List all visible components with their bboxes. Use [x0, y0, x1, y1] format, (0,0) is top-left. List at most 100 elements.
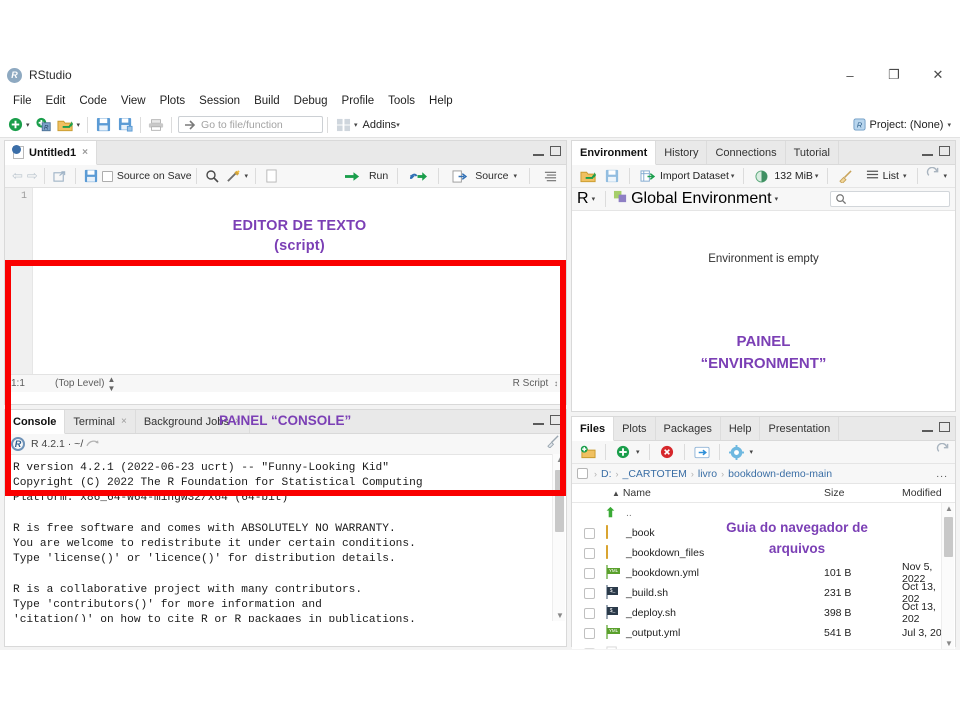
parent-folder-up-icon[interactable]: ⬆ — [605, 505, 616, 521]
breadcrumb-item-livro[interactable]: livro — [698, 468, 717, 480]
import-dataset-icon[interactable] — [637, 166, 657, 186]
console-scrollbar-thumb[interactable] — [555, 470, 564, 532]
list-item[interactable]: _deploy.sh 398 B Oct 13, 202 — [572, 601, 955, 625]
menu-item-tools[interactable]: Tools — [381, 93, 422, 109]
source-on-save-checkbox[interactable] — [101, 170, 113, 182]
tab-files[interactable]: Files — [572, 417, 615, 441]
memory-usage-icon[interactable] — [751, 166, 771, 186]
tab-help[interactable]: Help — [721, 417, 761, 440]
compile-report-icon[interactable] — [261, 166, 281, 186]
breadcrumb-item-bookdown-demo-main[interactable]: bookdown-demo-main — [728, 468, 832, 480]
editor-body[interactable]: 1 EDITOR DE TEXTO (script) — [5, 188, 566, 374]
menu-item-build[interactable]: Build — [247, 93, 287, 109]
list-item[interactable]: _bookdown.yml 101 B Nov 5, 2022 — [572, 561, 955, 585]
files-settings-caret-icon[interactable]: ▾ — [750, 448, 754, 456]
environment-maximize-icon[interactable] — [939, 146, 950, 156]
addins-button[interactable]: Addins — [363, 119, 397, 131]
document-outline-icon[interactable] — [540, 166, 560, 186]
tab-connections[interactable]: Connections — [707, 141, 786, 164]
menu-item-view[interactable]: View — [114, 93, 153, 109]
row-checkbox[interactable] — [584, 627, 595, 639]
source-tab-untitled1[interactable]: Untitled1 × — [5, 141, 97, 165]
import-dataset-caret-icon[interactable]: ▾ — [731, 172, 735, 180]
pane-layout-caret-icon[interactable]: ▾ — [354, 121, 358, 129]
global-environment-caret-icon[interactable]: ▾ — [775, 195, 779, 203]
files-scrollbar-thumb[interactable] — [944, 517, 953, 557]
clear-console-broom-icon[interactable] — [546, 435, 560, 453]
maximize-icon[interactable]: ❐ — [872, 60, 916, 90]
memory-usage-label[interactable]: 132 MiB — [774, 170, 813, 182]
menu-item-code[interactable]: Code — [72, 93, 114, 109]
file-type-stepper-icon[interactable]: ↕ — [554, 379, 558, 388]
breadcrumb-item-cartotem[interactable]: _CARTOTEM — [623, 468, 687, 480]
row-checkbox[interactable] — [584, 527, 595, 539]
console-scrollbar[interactable]: ▲ ▼ — [552, 454, 565, 621]
back-arrow-icon[interactable]: ⇦ — [12, 168, 23, 184]
environment-language-label[interactable]: R — [577, 190, 589, 208]
tab-environment[interactable]: Environment — [572, 141, 657, 165]
list-item[interactable]: _output.yml 541 B Jul 3, 2022 — [572, 623, 955, 643]
new-project-icon[interactable]: R — [34, 115, 54, 135]
files-minimize-icon[interactable] — [922, 423, 933, 432]
menu-item-profile[interactable]: Profile — [335, 93, 382, 109]
environment-language-caret-icon[interactable]: ▾ — [592, 195, 596, 203]
list-view-icon[interactable] — [866, 167, 879, 185]
menu-item-debug[interactable]: Debug — [287, 93, 335, 109]
more-files-settings-gear-icon[interactable] — [727, 442, 747, 462]
select-all-files-checkbox[interactable] — [577, 468, 588, 479]
run-button-label[interactable]: Run — [369, 170, 388, 182]
tab-plots[interactable]: Plots — [614, 417, 656, 440]
environment-minimize-icon[interactable] — [922, 147, 933, 156]
source-maximize-icon[interactable] — [550, 146, 561, 156]
row-checkbox[interactable] — [584, 567, 595, 579]
files-scroll-up-icon[interactable]: ▲ — [945, 504, 953, 513]
breadcrumb-item-drive[interactable]: D: — [601, 468, 612, 480]
tab-presentation[interactable]: Presentation — [760, 417, 840, 440]
source-minimize-icon[interactable] — [533, 147, 544, 156]
addins-caret-icon[interactable]: ▾ — [396, 121, 400, 129]
refresh-caret-icon[interactable]: ▾ — [943, 172, 947, 180]
files-scroll-down-icon[interactable]: ▼ — [945, 639, 953, 648]
print-icon[interactable] — [146, 115, 166, 135]
open-file-caret-icon[interactable]: ▾ — [77, 121, 81, 129]
menu-item-plots[interactable]: Plots — [153, 93, 193, 109]
forward-arrow-icon[interactable]: ⇨ — [27, 168, 38, 184]
tab-terminal[interactable]: Terminal × — [65, 410, 136, 433]
code-tools-caret-icon[interactable]: ▾ — [245, 172, 249, 180]
new-blank-file-caret-icon[interactable]: ▾ — [636, 448, 640, 456]
goto-file-function-input[interactable]: Go to file/function — [178, 116, 324, 133]
console-output[interactable]: R version 4.2.1 (2022-06-23 ucrt) -- "Fu… — [5, 455, 566, 622]
column-header-size[interactable]: Size — [824, 487, 844, 499]
files-maximize-icon[interactable] — [939, 422, 950, 432]
list-item-name[interactable]: _bookdown.yml — [626, 567, 699, 579]
list-view-label[interactable]: List — [883, 170, 899, 182]
row-checkbox[interactable] — [584, 607, 595, 619]
scope-selector[interactable]: (Top Level) — [55, 378, 104, 389]
close-icon[interactable]: ✕ — [916, 60, 960, 90]
rename-file-icon[interactable] — [692, 442, 712, 462]
project-caret-icon[interactable]: ▾ — [947, 121, 951, 129]
new-blank-file-icon[interactable] — [613, 442, 633, 462]
tab-tutorial[interactable]: Tutorial — [786, 141, 839, 164]
list-item-name[interactable]: _build.sh — [626, 587, 668, 599]
breadcrumb-more-icon[interactable]: ... — [936, 468, 948, 480]
list-item-name[interactable]: _book — [626, 527, 655, 539]
new-file-icon[interactable] — [5, 115, 25, 135]
editor-text-area[interactable]: EDITOR DE TEXTO (script) — [33, 188, 566, 374]
console-scroll-up-icon[interactable]: ▲ — [556, 455, 564, 464]
console-working-dir-link-icon[interactable] — [86, 435, 99, 453]
source-button-label[interactable]: Source — [475, 170, 508, 182]
files-refresh-icon[interactable] — [936, 442, 949, 461]
minimize-icon[interactable]: – — [828, 60, 872, 90]
delete-file-icon[interactable] — [657, 442, 677, 462]
show-in-new-window-icon[interactable] — [50, 166, 70, 186]
source-tab-close-icon[interactable]: × — [82, 147, 88, 158]
import-dataset-label[interactable]: Import Dataset — [660, 170, 729, 182]
files-list[interactable]: Guia do navegador de arquivos ⬆ .. _book — [572, 503, 955, 649]
refresh-icon[interactable] — [926, 166, 939, 185]
rerun-icon[interactable] — [408, 166, 428, 186]
tab-packages[interactable]: Packages — [656, 417, 721, 440]
save-workspace-icon[interactable] — [602, 166, 622, 186]
menu-item-file[interactable]: File — [6, 93, 39, 109]
list-view-caret-icon[interactable]: ▾ — [903, 172, 907, 180]
